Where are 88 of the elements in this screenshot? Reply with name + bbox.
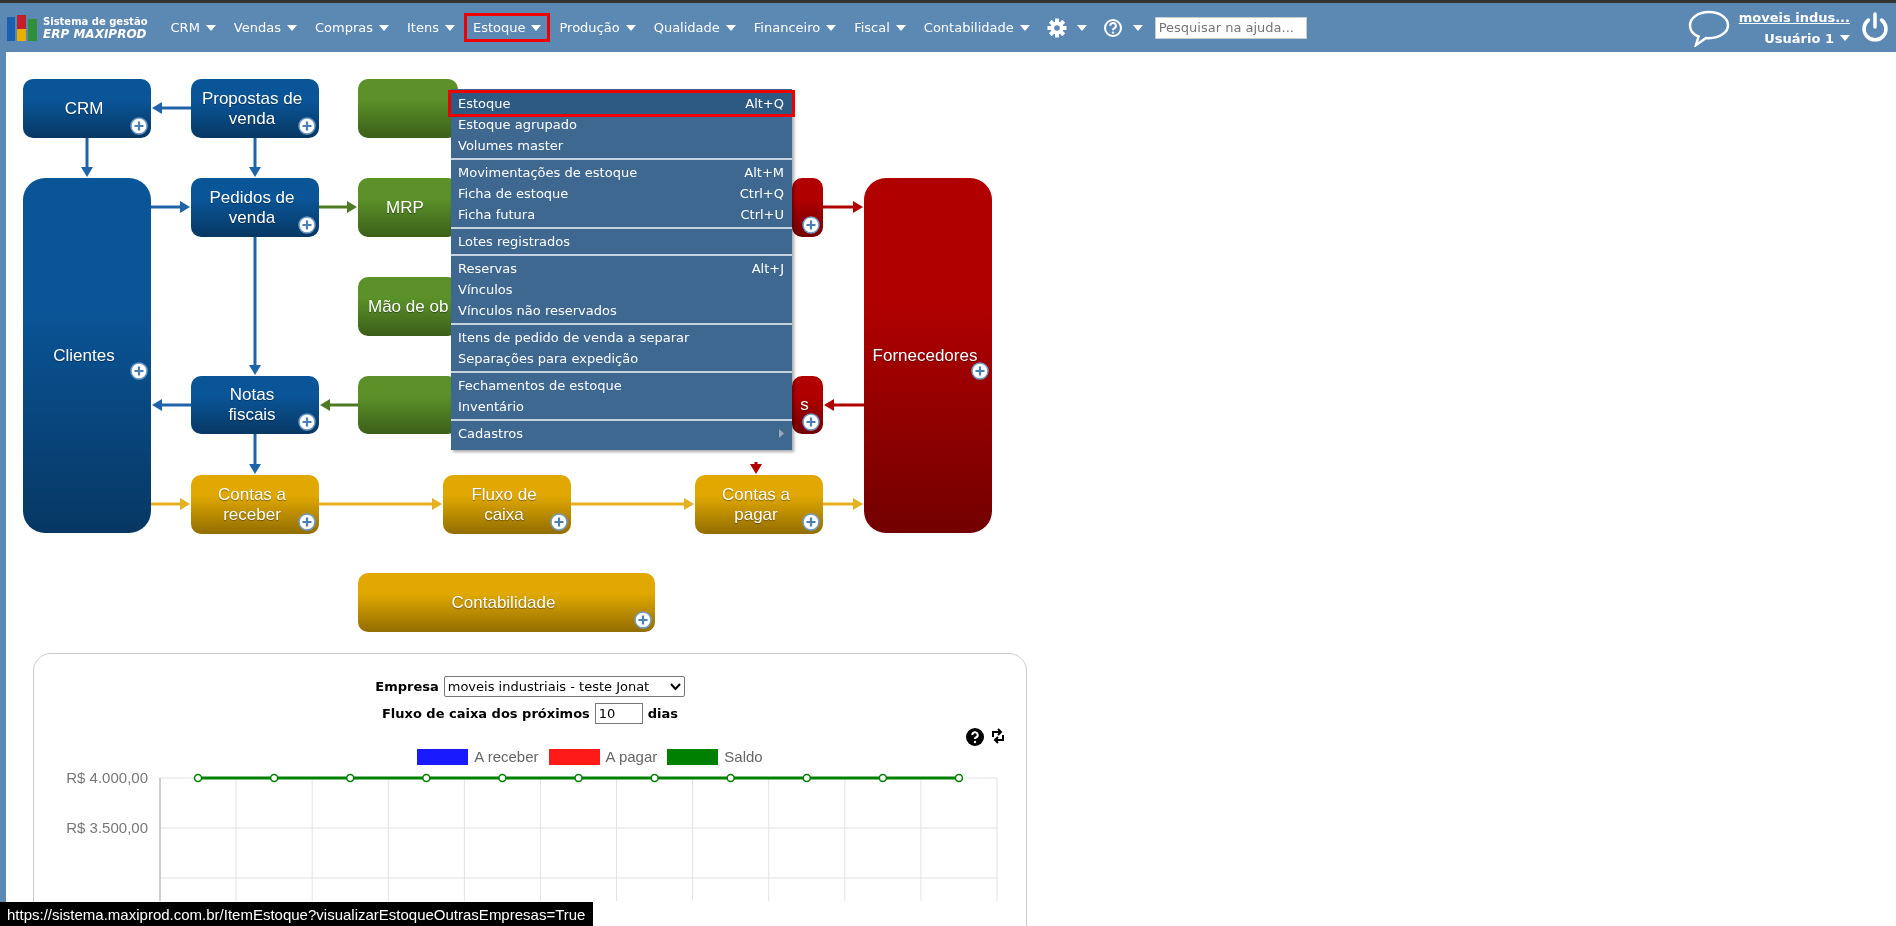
menu-item[interactable]: Volumes master xyxy=(451,135,792,156)
add-icon[interactable] xyxy=(298,413,316,431)
company-select[interactable]: moveis industriais - teste Jonat xyxy=(443,676,685,697)
add-icon[interactable] xyxy=(298,216,316,234)
add-icon[interactable] xyxy=(130,361,148,380)
process-node[interactable]: Fluxo de caixa xyxy=(443,475,571,534)
arrow xyxy=(823,498,863,510)
caret-icon xyxy=(531,24,542,31)
nav-menu[interactable]: Itens xyxy=(398,13,464,42)
refresh-icon[interactable] xyxy=(990,728,1006,744)
arrow xyxy=(750,462,762,474)
nav-menu[interactable]: CRM xyxy=(161,13,225,42)
menu-item[interactable]: Cadastros xyxy=(451,423,792,444)
field-label: Fluxo de caixa dos próximos xyxy=(381,706,590,721)
process-node[interactable] xyxy=(792,178,823,237)
user-menu[interactable]: Usuário 1 xyxy=(1764,30,1850,46)
process-node[interactable]: Contas a pagar xyxy=(695,475,823,534)
nav-menu[interactable]: Estoque xyxy=(463,13,551,42)
caret-icon xyxy=(1840,35,1850,41)
caret-icon xyxy=(286,24,297,31)
menu-item[interactable]: Reservas Alt+J xyxy=(451,258,792,279)
process-node[interactable]: CRM xyxy=(23,79,151,138)
logo-tagline: Sistema de gestão xyxy=(43,14,148,28)
caret-icon xyxy=(625,24,636,31)
add-icon[interactable] xyxy=(802,413,820,431)
caret-icon xyxy=(1019,24,1030,31)
arrow xyxy=(249,138,261,177)
field-label: dias xyxy=(647,706,679,721)
logo-icon xyxy=(7,14,37,41)
legend-label: Saldo xyxy=(724,748,763,765)
caret-icon xyxy=(826,24,837,31)
caret-icon xyxy=(1076,24,1087,31)
nav-menu[interactable]: Produção xyxy=(550,13,645,42)
logo-title: ERP MAXIPROD xyxy=(43,27,148,41)
nav-menu[interactable]: Fiscal xyxy=(845,13,915,42)
nav-menu[interactable]: Qualidade xyxy=(644,13,745,42)
days-field[interactable]: 10 xyxy=(594,703,643,724)
chat-icon[interactable] xyxy=(1686,8,1731,47)
add-icon[interactable] xyxy=(298,117,316,135)
arrow xyxy=(152,102,191,114)
axis-label: R$ 4.000,00 xyxy=(66,769,148,786)
process-node[interactable]: Notas fiscais xyxy=(191,376,319,434)
legend-label: A pagar xyxy=(605,748,658,765)
arrow xyxy=(249,434,261,474)
arrow xyxy=(824,399,864,411)
caret-icon xyxy=(725,24,736,31)
nav-menu[interactable]: Contabilidade xyxy=(914,13,1039,42)
add-icon[interactable] xyxy=(971,361,989,380)
chevron-icon xyxy=(669,682,681,691)
arrow xyxy=(152,399,191,411)
process-node[interactable]: Propostas de venda xyxy=(191,79,319,138)
add-icon[interactable] xyxy=(802,216,820,234)
arrow xyxy=(823,201,863,213)
menu-item[interactable]: Estoque Alt+Q xyxy=(451,93,792,114)
settings-icon[interactable] xyxy=(1046,17,1067,38)
nav-menu[interactable]: Vendas xyxy=(224,13,306,42)
power-icon[interactable] xyxy=(1860,11,1890,44)
field-label: Empresa xyxy=(375,679,439,694)
process-node[interactable]: Clientes xyxy=(23,178,151,533)
arrow xyxy=(151,201,190,213)
add-icon[interactable] xyxy=(130,117,148,135)
nav-menu[interactable]: Compras xyxy=(305,13,398,42)
axis-label: R$ 3.500,00 xyxy=(66,819,148,836)
process-node[interactable]: s xyxy=(792,376,823,434)
nav-menu[interactable]: Financeiro xyxy=(744,13,846,42)
process-node[interactable]: Fornecedores xyxy=(864,178,992,533)
caret-icon xyxy=(444,24,455,31)
help-icon[interactable] xyxy=(966,728,984,746)
process-node[interactable] xyxy=(358,79,458,138)
menu-item[interactable]: Fechamentos de estoque xyxy=(451,375,792,396)
arrow xyxy=(319,201,357,213)
arrow xyxy=(81,138,93,177)
caret-icon xyxy=(205,24,216,31)
legend-label: A receber xyxy=(474,748,539,765)
search-field[interactable]: Pesquisar na ajuda... xyxy=(1154,16,1307,39)
arrow xyxy=(151,498,190,510)
caret-icon xyxy=(895,24,906,31)
arrow xyxy=(320,399,358,411)
process-node[interactable]: Pedidos de venda xyxy=(191,178,319,237)
caret-icon xyxy=(1132,24,1143,31)
menu-item[interactable]: Inventário xyxy=(451,396,792,417)
menu-item[interactable]: Estoque agrupado xyxy=(451,114,792,135)
submenu-arrow-icon xyxy=(779,429,784,438)
caret-icon xyxy=(379,24,389,31)
process-node[interactable]: Contas a receber xyxy=(191,475,319,534)
company-link[interactable]: moveis indus... xyxy=(1738,9,1850,25)
status-bar: https://sistema.maxiprod.com.br/ItemEstoque?visualizarEstoqueOutrasEmpresas=True xyxy=(0,902,594,926)
menu-item[interactable]: Separações para expedição xyxy=(451,348,792,369)
